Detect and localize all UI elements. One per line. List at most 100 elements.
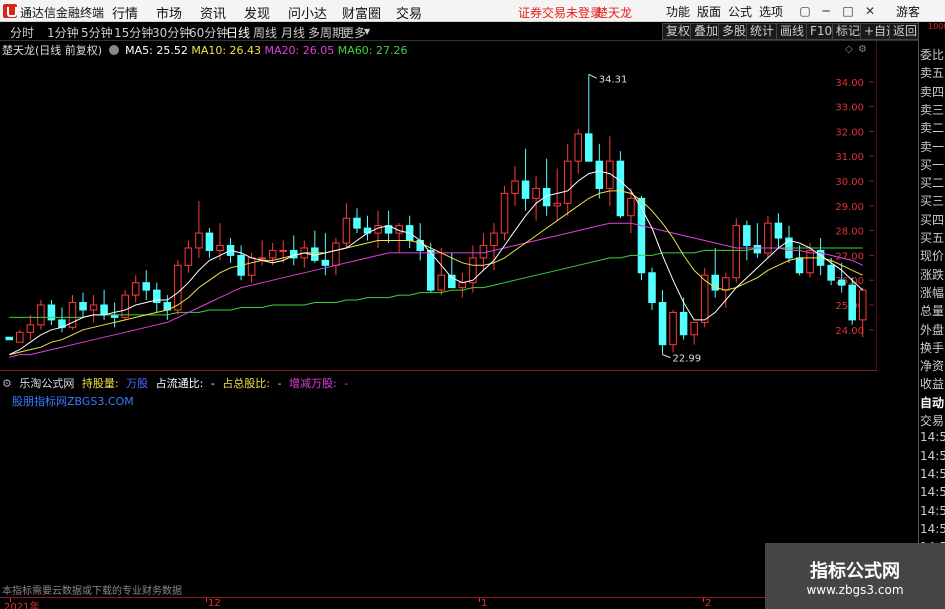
menu-formula[interactable]: 公式 <box>728 3 752 20</box>
minimize-icon[interactable]: ─ <box>818 3 834 19</box>
period-tab-more[interactable]: 更多 <box>342 24 366 41</box>
back-button[interactable]: 返回 <box>889 23 922 40</box>
candle-up <box>342 217 351 244</box>
maximize-icon[interactable]: □ <box>840 3 856 19</box>
candle-up <box>89 304 98 311</box>
candle-down <box>795 257 804 274</box>
stats-button[interactable]: 统计 <box>746 23 779 40</box>
close-icon[interactable]: ✕ <box>862 3 878 19</box>
side-row-10: 买五 <box>920 231 945 245</box>
candle-up <box>511 180 519 194</box>
candle-up <box>195 232 203 249</box>
quote-side-panel: 1000 委比卖五卖四卖三卖二卖一买一买二买三买四买五现价涨跌涨幅总量外盘换手净… <box>918 22 945 609</box>
current-stock-name: 楚天龙 <box>596 6 633 20</box>
app-title: 通达信金融终端 <box>20 6 105 20</box>
candle-up <box>332 242 340 266</box>
candle-down <box>311 247 319 261</box>
menu-bar: 通达信金融终端 行情 市场 资讯 发现 问小达 财富圈 交易 证券交易未登录 楚… <box>0 0 945 22</box>
menu-discover[interactable]: 发现 <box>244 3 270 22</box>
date-axis: 2021年 12 1 2 <box>0 597 877 609</box>
menu-function[interactable]: 功能 <box>666 3 690 20</box>
login-status[interactable]: 证券交易未登录 <box>518 4 602 21</box>
period-tab-60m[interactable]: 60分钟 <box>189 24 228 41</box>
indicator-settings-icon[interactable]: ⚙ <box>2 377 12 390</box>
candlestick-chart[interactable]: 34.00 33.00 32.00 31.00 30.00 29.00 28.00 27.00… <box>0 41 877 371</box>
menu-ask[interactable]: 问小达 <box>288 3 327 22</box>
period-tab-monthly[interactable]: 月线 <box>281 24 305 41</box>
app-logo-icon <box>3 4 17 18</box>
side-row-13: 涨幅 <box>920 285 945 300</box>
menu-layout[interactable]: 版面 <box>697 3 721 20</box>
indicator-formula-name[interactable]: 乐淘公式网 <box>19 377 74 390</box>
side-row-5: 卖一 <box>920 139 945 154</box>
candle-up <box>458 282 467 289</box>
ma60-value: 27.26 <box>375 44 408 57</box>
candle-up <box>258 257 266 260</box>
candle-down <box>679 311 688 336</box>
menu-news[interactable]: 资讯 <box>200 3 226 22</box>
period-tab-1m[interactable]: 1分钟 <box>47 24 79 41</box>
candle-up <box>26 324 35 333</box>
candle-down <box>743 225 751 246</box>
candle-up <box>721 277 730 291</box>
period-tab-daily[interactable]: 日线 <box>226 24 250 41</box>
side-row-16: 换手 <box>920 340 945 355</box>
period-tab-weekly[interactable]: 周线 <box>253 24 277 41</box>
circulation-ratio-value: - <box>210 377 215 390</box>
side-row-24: 14:56 <box>920 485 945 500</box>
price-tick-label: 30.00 <box>835 177 864 188</box>
period-tab-30m[interactable]: 30分钟 <box>152 24 191 41</box>
candle-down <box>658 302 667 346</box>
period-tab-15m[interactable]: 15分钟 <box>114 24 153 41</box>
eye-icon[interactable] <box>108 45 119 55</box>
draw-line-button[interactable]: 画线 <box>776 23 809 40</box>
period-tab-multi[interactable]: 多周期 <box>308 24 344 41</box>
candle-down <box>848 284 856 321</box>
ma60-label: MA60: <box>337 44 373 57</box>
window-icon[interactable]: ▢ <box>797 3 813 19</box>
date-tick <box>206 598 207 602</box>
candle-up <box>16 331 24 343</box>
side-row-2: 卖四 <box>920 84 945 99</box>
high-price-label: 34.31 <box>599 74 628 85</box>
total-ratio-value: - <box>277 377 282 390</box>
menu-quotes[interactable]: 行情 <box>112 3 138 22</box>
high-pointer <box>588 73 598 79</box>
candle-up <box>563 160 572 204</box>
side-row-19[interactable]: 自动 <box>920 394 944 411</box>
side-row-7: 买二 <box>920 176 945 191</box>
more-dropdown-icon[interactable]: ▼ <box>364 27 370 36</box>
candle-down <box>585 133 593 162</box>
price-tick-label: 28.00 <box>835 227 864 238</box>
candle-down <box>827 264 835 281</box>
period-tab-5m[interactable]: 5分钟 <box>81 24 113 41</box>
candle-down <box>648 272 656 304</box>
price-tick-label: 24.00 <box>835 326 864 337</box>
ma5-value: 25.52 <box>156 44 188 57</box>
ma5-label: MA5: <box>125 44 153 57</box>
period-tab-tick[interactable]: 分时 <box>10 24 34 41</box>
candle-down <box>142 282 151 291</box>
price-tick-label: 27.00 <box>835 251 864 262</box>
candle-up <box>437 274 446 291</box>
candle-down <box>79 302 87 311</box>
brand-overlay: 指标公式网 www.zbgs3.com <box>765 543 945 609</box>
side-row-20[interactable]: 交易 <box>920 412 944 429</box>
watermark-link[interactable]: 股朋指标网ZBGS3.COM <box>12 393 134 409</box>
guest-user[interactable]: 游客 <box>896 3 920 20</box>
candle-down <box>426 249 435 291</box>
candle-down <box>205 232 214 251</box>
side-row-3: 卖三 <box>920 102 945 117</box>
menu-market[interactable]: 市场 <box>156 3 182 22</box>
candle-down <box>321 259 330 266</box>
circulation-ratio-label: 占流通比: <box>155 377 204 390</box>
menu-trade[interactable]: 交易 <box>396 3 422 22</box>
menu-wealth[interactable]: 财富圈 <box>342 3 381 22</box>
candle-up <box>669 311 677 346</box>
chart-stock-name: 楚天龙(日线 前复权) <box>2 44 103 57</box>
side-row-17: 净资 <box>920 359 945 374</box>
side-panel-badge: 1000 <box>928 22 945 31</box>
side-row-9: 买四 <box>920 212 945 227</box>
side-row-25: 14:56 <box>920 503 945 518</box>
menu-options[interactable]: 选项 <box>759 3 783 20</box>
